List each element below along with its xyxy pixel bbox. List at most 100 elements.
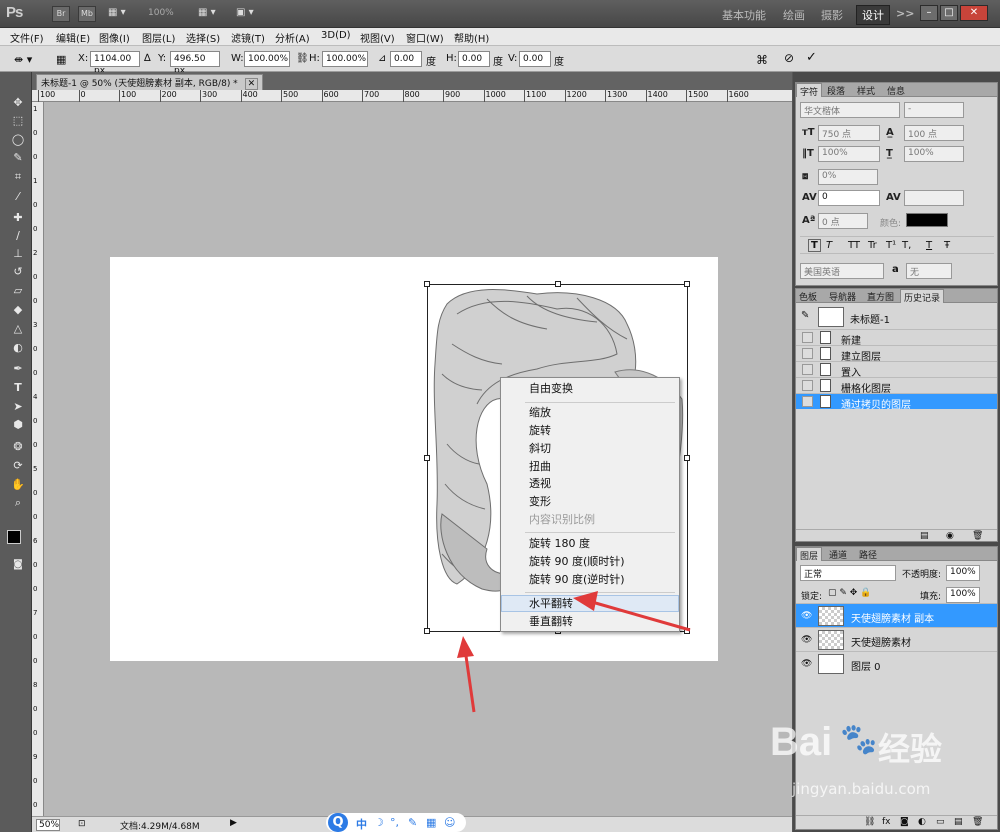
quick-mask-icon[interactable]: ◙: [9, 556, 27, 574]
pen-tool-icon[interactable]: ✒: [9, 360, 27, 378]
new-layer-icon[interactable]: ▤: [954, 817, 963, 827]
history-state[interactable]: 栅格化图层: [796, 377, 997, 395]
blend-mode-select[interactable]: 正常: [800, 565, 896, 581]
history-snapshot-row[interactable]: ✎ 未标题-1: [796, 305, 997, 329]
layer-style-icon[interactable]: fx: [882, 817, 891, 827]
tab-history[interactable]: 历史记录: [900, 289, 945, 304]
brush-tool-icon[interactable]: ∕: [9, 227, 27, 245]
leading-field[interactable]: 100 点: [904, 125, 964, 141]
menu-image[interactable]: 图像(I): [99, 30, 130, 45]
history-state[interactable]: 新建: [796, 329, 997, 347]
add-mask-icon[interactable]: ◙: [900, 817, 909, 827]
delete-state-icon[interactable]: 🗑: [972, 531, 983, 541]
vertical-scale-field[interactable]: 100%: [818, 146, 880, 162]
history-brush-source-checkbox[interactable]: [802, 332, 813, 343]
close-window-button[interactable]: ✕: [960, 5, 988, 21]
mini-bridge-button[interactable]: Mb: [78, 6, 96, 22]
menu-item-warp[interactable]: 变形: [501, 493, 679, 510]
menu-3d[interactable]: 3D(D): [321, 30, 351, 41]
transform-handle-top[interactable]: [555, 281, 561, 287]
eyedropper-tool-icon[interactable]: ⁄: [9, 188, 27, 206]
subscript-button[interactable]: T,: [902, 240, 911, 251]
menu-item-scale[interactable]: 缩放: [501, 404, 679, 421]
visibility-eye-icon[interactable]: 👁: [801, 659, 812, 669]
menu-item-skew[interactable]: 斜切: [501, 440, 679, 457]
ime-punctuation-icon[interactable]: °,: [390, 816, 399, 829]
height-field[interactable]: 100.00%: [322, 51, 368, 67]
menu-window[interactable]: 窗口(W): [406, 30, 444, 45]
quick-select-tool-icon[interactable]: ✎: [9, 149, 27, 167]
move-tool-preset-icon[interactable]: ⇼ ▾: [14, 53, 32, 66]
type-tool-icon[interactable]: T: [9, 379, 27, 397]
tab-navigator[interactable]: 导航器: [826, 289, 859, 303]
bridge-button[interactable]: Br: [52, 6, 70, 22]
lasso-tool-icon[interactable]: ◯: [9, 131, 27, 149]
opacity-field[interactable]: 100%: [946, 565, 980, 581]
link-layers-icon[interactable]: ⛓: [864, 817, 875, 827]
new-snapshot-icon[interactable]: ◉: [946, 531, 954, 541]
menu-item-rotate-180[interactable]: 旋转 180 度: [501, 535, 679, 552]
hskew-field[interactable]: 0.00: [458, 51, 490, 67]
minimize-button[interactable]: –: [920, 5, 938, 21]
menu-layer[interactable]: 图层(L): [142, 30, 175, 45]
antialias-select[interactable]: 无: [906, 263, 952, 279]
horizontal-scale-field[interactable]: 100%: [904, 146, 964, 162]
hand-tool-icon[interactable]: ✋: [9, 476, 27, 494]
zoom-tool-icon[interactable]: ⌕: [9, 494, 27, 512]
history-brush-source-checkbox[interactable]: [802, 396, 813, 407]
tab-paths[interactable]: 路径: [856, 547, 880, 561]
workspace-photography[interactable]: 摄影: [821, 7, 843, 23]
tab-character[interactable]: 字符: [796, 83, 823, 98]
history-brush-source-checkbox[interactable]: [802, 364, 813, 375]
superscript-button[interactable]: T¹: [886, 240, 896, 251]
all-caps-button[interactable]: TT: [848, 240, 860, 251]
adjustment-layer-icon[interactable]: ◐: [918, 817, 926, 827]
transform-handle-top-left[interactable]: [424, 281, 430, 287]
view-extras-dropdown[interactable]: ▦ ▾: [108, 7, 134, 21]
dodge-tool-icon[interactable]: ◐: [9, 339, 27, 357]
layer-row[interactable]: 👁 天使翅膀素材 副本: [796, 603, 997, 627]
path-select-tool-icon[interactable]: ➤: [9, 398, 27, 416]
kerning-field[interactable]: 0: [818, 190, 880, 206]
link-icon[interactable]: ⛓: [296, 53, 309, 64]
font-family-select[interactable]: 华文楷体: [800, 102, 900, 118]
tab-info[interactable]: 信息: [884, 83, 908, 97]
transform-handle-bottom-right[interactable]: [684, 628, 690, 634]
visibility-eye-icon[interactable]: 👁: [801, 611, 812, 621]
shape-tool-icon[interactable]: ⬢: [9, 416, 27, 434]
history-state[interactable]: 建立图层: [796, 345, 997, 363]
menu-filter[interactable]: 滤镜(T): [231, 30, 265, 45]
ime-chinese-mode-icon[interactable]: 中: [356, 816, 367, 832]
language-select[interactable]: 美国英语: [800, 263, 884, 279]
delete-layer-icon[interactable]: 🗑: [972, 817, 983, 827]
menu-view[interactable]: 视图(V): [360, 30, 395, 45]
ime-skin-icon[interactable]: ▦: [426, 816, 436, 829]
commit-transform-icon[interactable]: ✓: [806, 50, 817, 65]
underline-button[interactable]: T: [926, 240, 932, 251]
x-position-field[interactable]: 1104.00 px: [90, 51, 140, 76]
ime-emoji-icon[interactable]: ☺: [444, 816, 455, 829]
screen-mode-dropdown[interactable]: ▣ ▾: [236, 7, 254, 18]
tsume-field[interactable]: 0%: [818, 169, 878, 185]
status-zoom-field[interactable]: 50%: [36, 819, 60, 831]
vskew-field[interactable]: 0.00: [519, 51, 551, 67]
marquee-tool-icon[interactable]: ⬚: [9, 112, 27, 130]
fill-field[interactable]: 100%: [946, 587, 980, 603]
tab-channels[interactable]: 通道: [826, 547, 850, 561]
ime-tools-icon[interactable]: ✎: [408, 816, 417, 829]
visibility-eye-icon[interactable]: 👁: [801, 635, 812, 645]
workspace-painting[interactable]: 绘画: [783, 7, 805, 23]
small-caps-button[interactable]: Tr: [868, 240, 877, 251]
menu-edit[interactable]: 编辑(E): [56, 30, 90, 45]
transform-handle-left[interactable]: [424, 455, 430, 461]
tracking-field[interactable]: [904, 190, 964, 206]
eraser-tool-icon[interactable]: ▱: [9, 282, 27, 300]
warp-mode-icon[interactable]: ⌘: [756, 53, 768, 67]
tab-histogram[interactable]: 直方图: [864, 289, 897, 303]
cancel-transform-icon[interactable]: ⊘: [784, 51, 794, 65]
clone-stamp-tool-icon[interactable]: ⊥: [9, 245, 27, 263]
transform-handle-right[interactable]: [684, 455, 690, 461]
lock-icons[interactable]: ▢ ✎ ✥ 🔒: [828, 588, 871, 598]
text-color-swatch[interactable]: [906, 213, 948, 227]
ime-logo-icon[interactable]: Q: [328, 813, 348, 832]
